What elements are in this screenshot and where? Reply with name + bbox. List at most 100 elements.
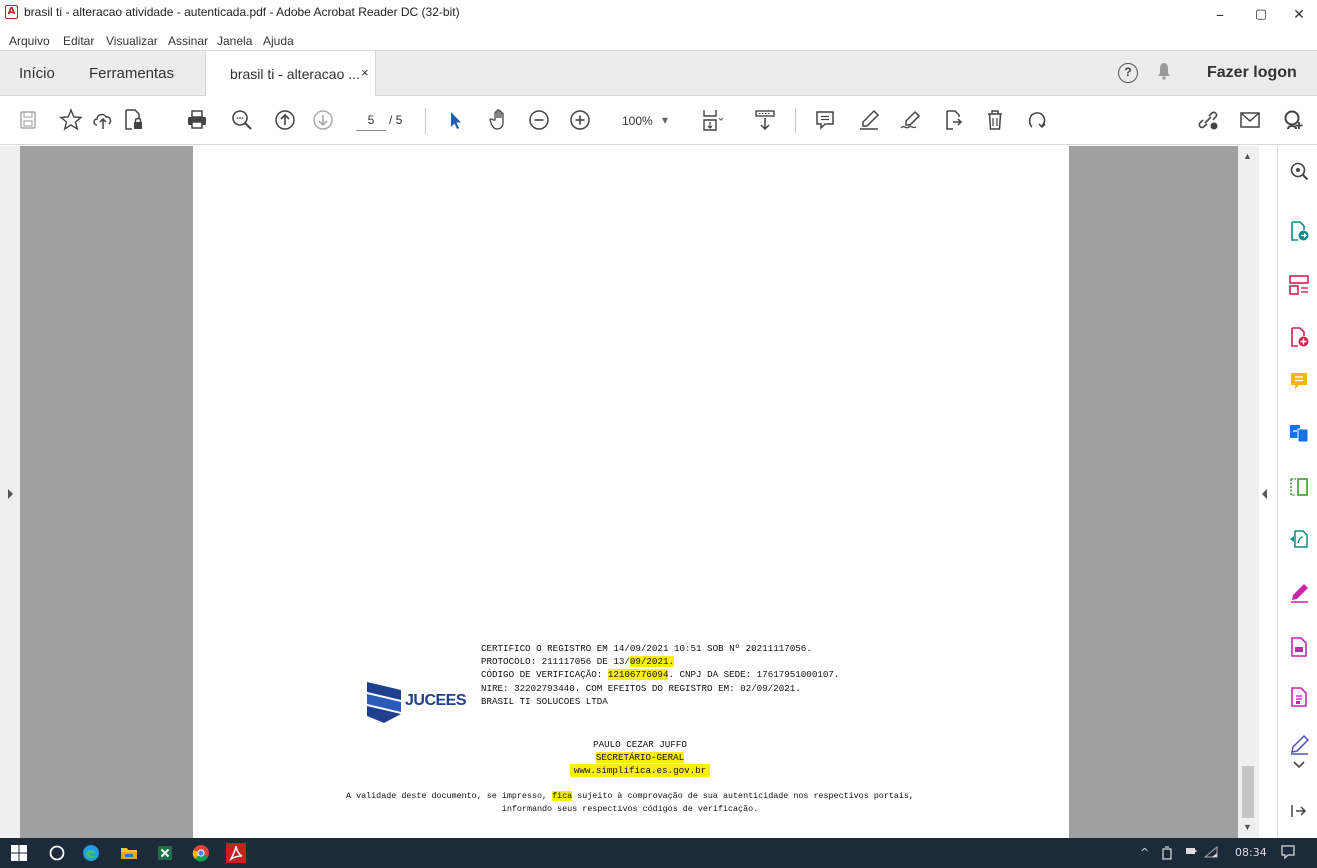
link-sign-icon[interactable]	[1195, 107, 1221, 133]
save-icon[interactable]	[15, 107, 41, 133]
windows-taskbar: ^ 08:34	[0, 838, 1317, 868]
validity-line: informando seus respectivos códigos de v…	[501, 803, 759, 814]
highlighted-text: 09/2021.	[629, 656, 674, 668]
hand-tool-icon[interactable]	[487, 107, 513, 133]
file-explorer-icon[interactable]	[120, 844, 138, 862]
expand-left-panel-icon[interactable]	[8, 489, 13, 499]
create-pdf-icon[interactable]	[1288, 326, 1310, 348]
zoom-search-pane-icon[interactable]	[1288, 160, 1310, 182]
validity-notice: A validade deste documento, se impresso,…	[300, 790, 960, 815]
highlight-pen-icon[interactable]	[856, 107, 882, 133]
share-file-icon[interactable]	[940, 107, 966, 133]
sign-pen-icon[interactable]	[898, 107, 924, 133]
cert-text: . CNPJ DA SEDE: 17617951000107.	[668, 669, 840, 681]
file-lock-icon[interactable]	[120, 107, 146, 133]
chrome-icon[interactable]	[192, 844, 210, 862]
verification-code: 12106776094	[607, 669, 669, 681]
left-panel-toggle[interactable]	[0, 146, 20, 838]
collapse-pane-icon[interactable]	[1288, 800, 1310, 822]
vertical-scrollbar[interactable]: ▲ ▼	[1238, 146, 1259, 838]
rotate-icon[interactable]	[1024, 107, 1050, 133]
pdf-page	[193, 146, 1069, 838]
close-window-button[interactable]: ✕	[1284, 4, 1314, 26]
signature-block: PAULO CEZAR JUFFO SECRETÁRIO-GERAL www.s…	[520, 738, 760, 777]
menu-janela[interactable]: Janela	[217, 34, 252, 48]
zoom-select[interactable]: 100% ▾	[614, 111, 686, 131]
convert-pdf-icon[interactable]	[1288, 528, 1310, 550]
title-bar: A brasil ti - alteracao atividade - aute…	[0, 0, 1317, 32]
next-page-icon[interactable]	[310, 107, 336, 133]
tab-document[interactable]: brasil ti - alteracao ... ×	[205, 51, 376, 97]
main-toolbar: 5 / 5 100% ▾	[0, 96, 1317, 145]
tray-overflow-icon[interactable]: ^	[1140, 846, 1149, 859]
minimize-button[interactable]: –	[1205, 4, 1235, 26]
acrobat-window: A brasil ti - alteracao atividade - aute…	[0, 0, 1317, 868]
windows-start-icon[interactable]	[10, 844, 28, 862]
tab-home[interactable]: Início	[19, 65, 55, 82]
zoom-out-icon[interactable]	[526, 107, 552, 133]
export-pdf-icon[interactable]	[1288, 220, 1310, 242]
sign-in-button[interactable]: Fazer logon	[1207, 64, 1297, 82]
tab-bar: Início Ferramentas brasil ti - alteracao…	[0, 50, 1317, 97]
clock[interactable]: 08:34	[1235, 846, 1267, 859]
zoom-chevron-icon: ▾	[662, 113, 669, 127]
search-circle-icon[interactable]	[48, 844, 66, 862]
maximize-button[interactable]: ▢	[1246, 4, 1276, 26]
comment-icon[interactable]	[812, 107, 838, 133]
organize-pages-icon[interactable]	[1288, 274, 1310, 296]
cloud-upload-icon[interactable]	[90, 107, 116, 133]
signer-name: PAULO CEZAR JUFFO	[593, 739, 687, 750]
combine-files-icon[interactable]	[1288, 422, 1310, 444]
tab-tools[interactable]: Ferramentas	[89, 65, 174, 82]
trash-icon[interactable]	[982, 107, 1008, 133]
signer-title: SECRETÁRIO-GERAL	[595, 752, 685, 763]
zoom-in-icon[interactable]	[567, 107, 593, 133]
cert-line: CERTIFICO O REGISTRO EM 14/09/2021 10:51…	[481, 643, 812, 654]
scroll-down-icon[interactable]: ▼	[1243, 822, 1252, 832]
email-icon[interactable]	[1237, 107, 1263, 133]
right-tools-pane	[1277, 146, 1317, 838]
menu-visualizar[interactable]: Visualizar	[106, 34, 158, 48]
select-cursor-icon[interactable]	[442, 107, 468, 133]
power-icon[interactable]	[1161, 846, 1173, 863]
website-link: www.simplifica.es.gov.br	[569, 764, 711, 777]
cert-text: CÓDIGO DE VERIFICAÇÃO:	[481, 669, 608, 681]
zoom-search-icon[interactable]	[229, 107, 255, 133]
menu-assinar[interactable]: Assinar	[168, 34, 208, 48]
request-signature-icon[interactable]	[1288, 734, 1310, 756]
scroll-up-icon[interactable]: ▲	[1243, 151, 1252, 161]
tab-document-label: brasil ti - alteracao ...	[230, 66, 360, 82]
wifi-icon[interactable]	[1203, 845, 1218, 861]
highlighted-text: fica	[552, 791, 573, 801]
menu-editar[interactable]: Editar	[63, 34, 94, 48]
cert-line: BRASIL TI SOLUCOES LTDA	[481, 695, 608, 707]
scroll-thumb[interactable]	[1242, 766, 1254, 818]
jucees-logo: JUCEES	[366, 680, 467, 724]
edit-pdf-icon[interactable]	[1288, 636, 1310, 658]
add-account-icon[interactable]	[1280, 107, 1306, 133]
excel-icon[interactable]	[156, 844, 174, 862]
bell-icon[interactable]	[1157, 62, 1171, 85]
page-number-input[interactable]: 5	[356, 109, 386, 131]
close-tab-icon[interactable]: ×	[361, 65, 369, 80]
help-icon[interactable]: ?	[1118, 63, 1138, 83]
scroll-mode-icon[interactable]	[752, 107, 778, 133]
window-title: brasil ti - alteracao atividade - autent…	[24, 5, 460, 19]
collapse-tools-pane-icon[interactable]	[1262, 489, 1267, 499]
battery-icon[interactable]	[1185, 846, 1197, 859]
previous-page-icon[interactable]	[272, 107, 298, 133]
print-icon[interactable]	[184, 107, 210, 133]
menu-arquivo[interactable]: Arquivo	[9, 34, 50, 48]
star-icon[interactable]	[58, 107, 84, 133]
menu-ajuda[interactable]: Ajuda	[263, 34, 294, 48]
comment-pane-icon[interactable]	[1288, 370, 1310, 392]
more-tools-chevron-icon[interactable]	[1288, 758, 1310, 772]
registration-certificate: CERTIFICO O REGISTRO EM 14/09/2021 10:51…	[481, 642, 839, 708]
compare-files-icon[interactable]	[1288, 476, 1310, 498]
scan-ocr-icon[interactable]	[1288, 686, 1310, 708]
notifications-icon[interactable]	[1280, 844, 1296, 863]
edge-browser-icon[interactable]	[82, 844, 100, 862]
fit-page-icon[interactable]	[700, 107, 726, 133]
fill-sign-icon[interactable]	[1288, 582, 1310, 604]
acrobat-taskbar-icon[interactable]	[226, 843, 246, 863]
